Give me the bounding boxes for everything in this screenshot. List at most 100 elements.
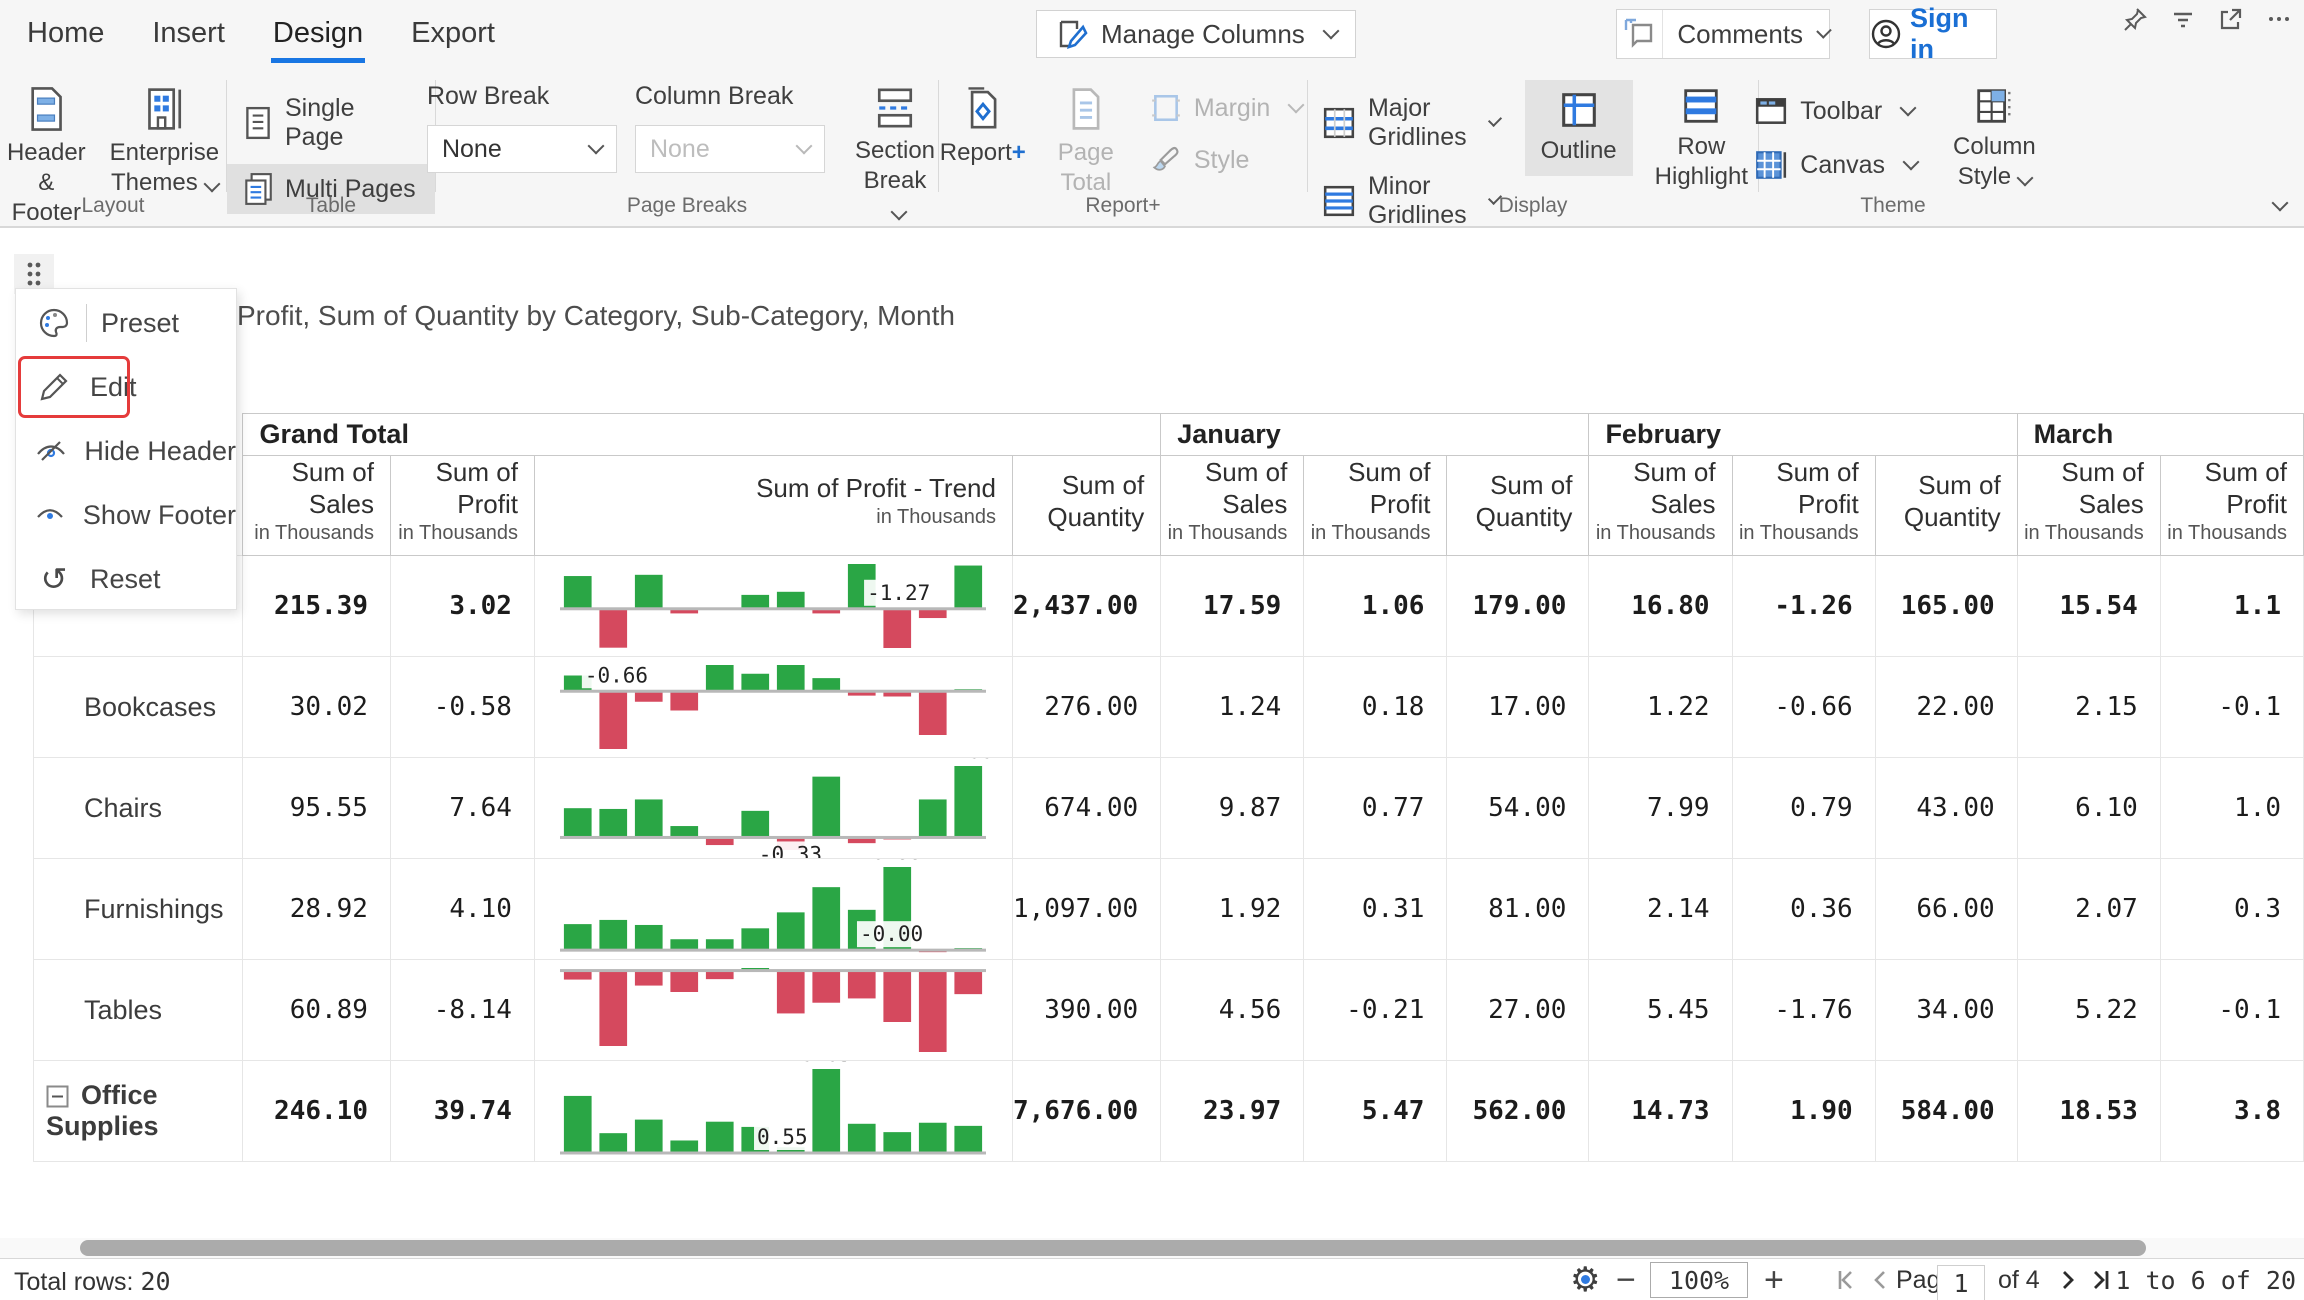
- svg-text:1.88: 1.88: [943, 758, 994, 763]
- data-cell: 0.79: [1732, 758, 1875, 859]
- row-label[interactable]: Tables: [34, 960, 243, 1061]
- row-label[interactable]: Office Supplies: [34, 1061, 243, 1162]
- data-cell: -0.1: [2160, 960, 2303, 1061]
- zoom-in-button[interactable]: +: [1764, 1259, 1784, 1300]
- filter-lines-icon[interactable]: [2170, 6, 2196, 32]
- trend-sparkline: 1.88 -0.33: [535, 758, 1012, 858]
- menu-item-preset-label: Preset: [101, 308, 179, 339]
- trend-sparkline: -0.66: [535, 657, 1012, 757]
- group-label-report-plus: Report+: [939, 194, 1307, 218]
- data-cell: 7.99: [1589, 758, 1732, 859]
- data-cell: 28.92: [243, 859, 391, 960]
- manage-columns-label: Manage Columns: [1101, 19, 1305, 50]
- total-rows: Total rows: 20: [14, 1267, 171, 1297]
- comments-button[interactable]: Comments: [1616, 9, 1830, 59]
- zoom-level-box[interactable]: 100%: [1650, 1262, 1748, 1298]
- group-label-display: Display: [1308, 194, 1758, 218]
- enterprise-themes-button[interactable]: EnterpriseThemes: [98, 80, 231, 204]
- data-cell: 1.22: [1589, 657, 1732, 758]
- row-label-text: Bookcases: [84, 692, 216, 722]
- page-number-input[interactable]: [1937, 1265, 1985, 1300]
- page-total-button: Page Total: [1046, 80, 1126, 204]
- data-cell: 0.36: [1732, 859, 1875, 960]
- row-label[interactable]: Bookcases: [34, 657, 243, 758]
- pivot-table-container: Grand TotalJanuaryFebruaryMarchSum of Sa…: [33, 413, 2304, 1162]
- outline-button[interactable]: Outline: [1525, 80, 1633, 176]
- report-plus-button[interactable]: Report+: [928, 80, 1038, 174]
- data-cell: 2.14: [1589, 859, 1732, 960]
- table-row: 215.393.02-1.272,437.0017.591.06179.0016…: [34, 556, 2304, 657]
- column-header: Sum of Profitin Thousands: [2160, 456, 2303, 556]
- prev-page-button[interactable]: [1868, 1259, 1892, 1300]
- sign-in-button[interactable]: Sign in: [1869, 9, 1997, 59]
- column-group-header: Grand Total: [243, 414, 1161, 456]
- pin-icon[interactable]: [2122, 6, 2148, 32]
- popout-icon[interactable]: [2218, 6, 2244, 32]
- data-cell: -0.1: [2160, 657, 2303, 758]
- row-label[interactable]: Chairs: [34, 758, 243, 859]
- first-page-button[interactable]: [1832, 1259, 1858, 1300]
- group-label-layout: Layout: [0, 194, 226, 218]
- column-header: Sum of Quantity: [1447, 456, 1589, 556]
- data-cell: 390.00: [1012, 960, 1160, 1061]
- more-icon[interactable]: [2266, 6, 2292, 32]
- tab-home[interactable]: Home: [25, 3, 106, 63]
- column-header: Sum of Profitin Thousands: [390, 456, 534, 556]
- canvas-theme-button[interactable]: Canvas: [1738, 140, 1933, 190]
- menu-item-hide-header[interactable]: Hide Header: [16, 419, 236, 483]
- chevron-down-icon: [203, 176, 220, 193]
- menu-item-show-footer[interactable]: Show Footer: [16, 483, 236, 547]
- ribbon-tabs: Home Insert Design Export: [25, 0, 497, 66]
- menu-item-preset[interactable]: Preset: [16, 291, 236, 355]
- data-cell: 0.3: [2160, 859, 2303, 960]
- next-page-button[interactable]: [2056, 1259, 2080, 1300]
- horizontal-scrollbar[interactable]: [0, 1238, 2304, 1258]
- collapse-ribbon-button[interactable]: [2266, 196, 2286, 214]
- style-label: Style: [1194, 146, 1250, 175]
- data-cell: 17.00: [1447, 657, 1589, 758]
- column-group-header: February: [1589, 414, 2017, 456]
- data-cell: 14.73: [1589, 1061, 1732, 1162]
- canvas-label: Canvas: [1800, 151, 1885, 180]
- table-row: Tables60.89-8.14390.004.56-0.2127.005.45…: [34, 960, 2304, 1061]
- chevron-down-icon: [2272, 195, 2289, 212]
- zoom-out-button[interactable]: −: [1616, 1259, 1636, 1300]
- data-cell: 0.77: [1304, 758, 1447, 859]
- toolbar-theme-button[interactable]: Toolbar: [1738, 86, 1933, 136]
- palette-icon: [32, 306, 76, 340]
- row-label-text: Chairs: [84, 793, 162, 823]
- page-of-label: of 4: [1998, 1259, 2040, 1300]
- app-window: Home Insert Design Export Manage Columns…: [0, 0, 2304, 1300]
- tab-design[interactable]: Design: [271, 3, 365, 63]
- group-label-table: Table: [227, 194, 435, 218]
- tab-export[interactable]: Export: [409, 3, 497, 63]
- data-cell: 7,676.00: [1012, 1061, 1160, 1162]
- pivot-table: Grand TotalJanuaryFebruaryMarchSum of Sa…: [33, 413, 2304, 1162]
- group-label-theme: Theme: [1759, 194, 2027, 218]
- data-cell: -1.26: [1732, 556, 1875, 657]
- tab-insert[interactable]: Insert: [150, 3, 227, 63]
- menu-item-edit[interactable]: Edit: [16, 355, 236, 419]
- context-menu: Preset Edit Hide Header Show Footer: [15, 288, 237, 610]
- column-header: Sum of Salesin Thousands: [1589, 456, 1732, 556]
- prev-page-icon: [1868, 1267, 1892, 1293]
- major-gridlines-button[interactable]: Major Gridlines: [1306, 86, 1515, 160]
- svg-text:-0.33: -0.33: [759, 842, 822, 858]
- manage-columns-button[interactable]: Manage Columns: [1036, 10, 1356, 58]
- last-page-button[interactable]: [2088, 1259, 2114, 1300]
- collapse-icon[interactable]: [46, 1085, 69, 1108]
- row-label-text: Tables: [84, 995, 162, 1025]
- row-label[interactable]: Furnishings: [34, 859, 243, 960]
- column-style-button[interactable]: ColumnStyle: [1941, 80, 2048, 198]
- comments-label: Comments: [1663, 19, 1811, 50]
- report-canvas: Profit, Sum of Quantity by Category, Sub…: [0, 228, 2304, 1240]
- column-header: Sum of Salesin Thousands: [1161, 456, 1304, 556]
- menu-item-reset[interactable]: ↺ Reset: [16, 547, 236, 611]
- column-group-header: January: [1161, 414, 1589, 456]
- row-break-select[interactable]: None: [427, 125, 617, 173]
- data-cell: 584.00: [1875, 1061, 2017, 1162]
- data-cell: 6.10: [2017, 758, 2160, 859]
- single-page-button[interactable]: Single Page: [227, 86, 435, 160]
- pivot-body: 215.393.02-1.272,437.0017.591.06179.0016…: [34, 556, 2304, 1162]
- scrollbar-thumb[interactable]: [80, 1240, 2146, 1256]
